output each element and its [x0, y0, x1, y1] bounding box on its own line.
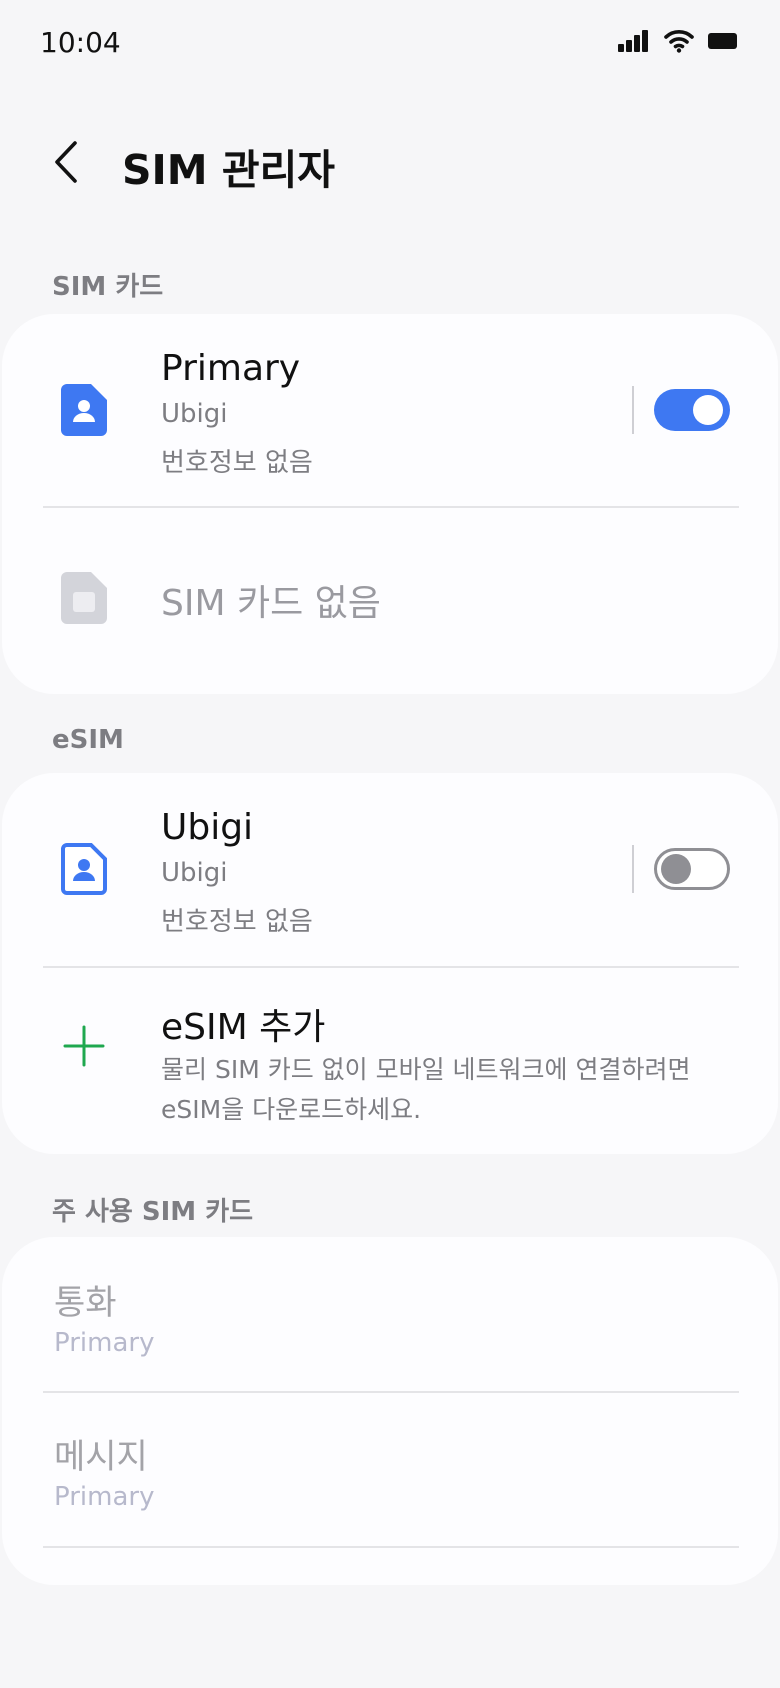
toggle-knob [693, 395, 723, 425]
section-label-esim: eSIM [52, 725, 124, 755]
plus-icon [58, 1020, 110, 1072]
primary-sim-card: 통화 Primary 메시지 Primary [2, 1237, 778, 1585]
sim-primary-carrier: Ubigi [161, 399, 228, 429]
row-separator [632, 845, 634, 893]
status-icons [618, 28, 738, 58]
call-value: Primary [54, 1328, 155, 1358]
wifi-icon [664, 29, 694, 57]
add-esim-description: 물리 SIM 카드 없이 모바일 네트워크에 연결하려면 eSIM을 다운로드하… [161, 1055, 691, 1124]
chevron-left-icon [53, 140, 79, 188]
app-header: SIM 관리자 [0, 130, 780, 200]
add-esim-title: eSIM 추가 [161, 1007, 326, 1048]
primary-sim-message-row: 메시지 Primary [2, 1393, 778, 1548]
section-label-sim-cards: SIM 카드 [52, 272, 164, 302]
sim-empty-label: SIM 카드 없음 [161, 583, 381, 624]
message-value: Primary [54, 1482, 155, 1512]
toggle-knob [661, 854, 691, 884]
section-label-primary-sim: 주 사용 SIM 카드 [52, 1197, 254, 1227]
status-bar: 10:04 [0, 0, 780, 86]
status-time: 10:04 [40, 26, 121, 59]
sim-primary-toggle[interactable] [654, 389, 730, 431]
divider [43, 1546, 739, 1548]
esim-ubigi-carrier: Ubigi [161, 858, 228, 888]
call-label: 통화 [54, 1283, 117, 1323]
page-title: SIM 관리자 [122, 146, 336, 194]
message-label: 메시지 [54, 1437, 148, 1477]
sim-card-empty-icon [58, 572, 110, 624]
signal-icon [618, 30, 650, 56]
battery-icon [708, 32, 738, 54]
add-esim-row[interactable]: eSIM 추가 물리 SIM 카드 없이 모바일 네트워크에 연결하려면 eSI… [2, 968, 778, 1154]
sim-primary-number: 번호정보 없음 [161, 448, 313, 478]
back-button[interactable] [46, 136, 86, 192]
esim-row-ubigi[interactable]: Ubigi Ubigi 번호정보 없음 [2, 773, 778, 966]
sim-primary-title: Primary [161, 348, 301, 389]
row-separator [632, 386, 634, 434]
primary-sim-call-row: 통화 Primary [2, 1237, 778, 1392]
sim-row-primary[interactable]: Primary Ubigi 번호정보 없음 [2, 314, 778, 506]
esim-ubigi-number: 번호정보 없음 [161, 907, 313, 937]
esim-ubigi-toggle[interactable] [654, 848, 730, 890]
sim-row-empty: SIM 카드 없음 [2, 508, 778, 694]
esim-ubigi-title: Ubigi [161, 807, 254, 848]
sim-card-icon [58, 384, 110, 436]
esim-card: Ubigi Ubigi 번호정보 없음 eSIM 추가 물리 SIM 카드 없이… [2, 773, 778, 1154]
esim-card-icon [58, 843, 110, 895]
sim-cards-card: Primary Ubigi 번호정보 없음 SIM 카드 없음 [2, 314, 778, 694]
